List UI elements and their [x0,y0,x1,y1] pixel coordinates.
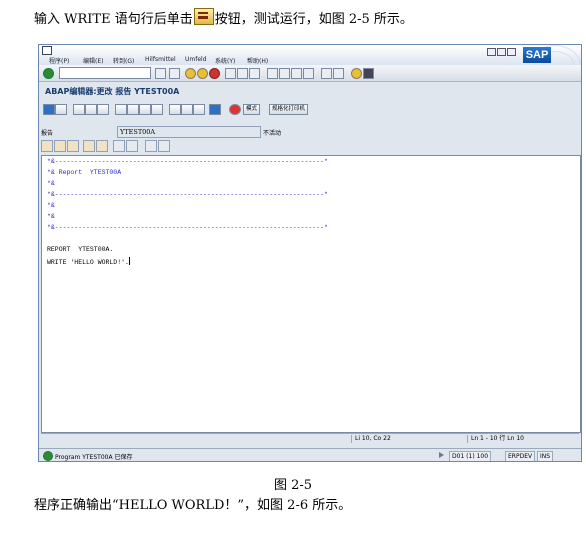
pretty-printer-button[interactable]: 规格化打印机 [269,104,309,115]
redo-icon[interactable] [96,140,108,152]
search-next-icon[interactable] [126,140,138,152]
menu-bar: 程序(P) 编辑(E) 转到(G) Hilfsmittel Umfeld 系统(… [39,45,581,87]
upload-icon[interactable] [145,140,157,152]
intro-after-text: 按钮，测试运行，如图 2-5 所示。 [214,12,413,27]
cut-icon[interactable] [41,140,53,152]
write-statement: WRITE 'HELLO WORLD!'. [47,259,129,266]
outro-paragraph: 程序正确输出“HELLO WORLD！”，如图 2-6 所示。 [34,498,352,513]
test-run-icon [193,8,214,25]
exit-icon[interactable] [197,68,208,79]
dropdown-icon[interactable] [155,68,166,79]
editor-toolbar [41,139,241,153]
sap-window: 程序(P) 编辑(E) 转到(G) Hilfsmittel Umfeld 系统(… [38,44,582,462]
report-status: 不活动 [263,130,282,137]
system-info[interactable]: D01 (1) 100 [449,451,492,461]
page-title: ABAP编辑器:更改 报告 YTEST00A [45,87,180,96]
download-icon[interactable] [158,140,170,152]
figure-caption: 图 2-5 [273,478,313,493]
status-expand-icon[interactable] [439,452,444,458]
menu-utilities[interactable]: Hilfsmittel [145,56,176,63]
help-icon[interactable] [351,68,362,79]
next-page-icon[interactable] [291,68,302,79]
code-editor[interactable]: *&--------------------------------------… [41,155,581,433]
menu-system[interactable]: 系统(Y) [215,56,235,65]
insert-mode[interactable]: INS [537,451,554,461]
search-icon[interactable] [113,140,125,152]
intro-before-text: 输入 WRITE 语句行后单击 [34,12,193,27]
comment-line: *&--------------------------------------… [47,224,328,231]
position-bar: Li 10, Co 22 Ln 1 - 10 行 Ln 10 [41,433,579,444]
report-field-row: 报告 YTEST00A 不活动 [39,125,581,139]
navigation-icon[interactable] [181,104,193,115]
copy-icon[interactable] [54,140,66,152]
report-label: 报告 [41,130,54,137]
minimize-icon[interactable] [487,48,496,56]
first-page-icon[interactable] [267,68,278,79]
server-name: ERPDEV [505,451,536,461]
line-range: Ln 1 - 10 行 Ln 10 [467,435,524,443]
info-icon[interactable] [209,104,221,115]
print-icon[interactable] [225,68,236,79]
menu-environment[interactable]: Umfeld [185,56,207,63]
mode-button[interactable]: 模式 [243,104,261,115]
find-icon[interactable] [237,68,248,79]
shortcut-icon[interactable] [333,68,344,79]
prev-page-icon[interactable] [279,68,290,79]
code-line: REPORT YTEST00A. [47,246,114,253]
menu-goto[interactable]: 转到(G) [113,56,134,65]
display-change-icon[interactable] [73,104,85,115]
close-icon[interactable] [507,48,516,56]
other-object-icon[interactable] [85,104,97,115]
breakpoint-icon[interactable] [229,104,241,115]
application-toolbar: 模式 规格化打印机 [39,101,581,117]
menu-help[interactable]: 帮助(H) [247,56,268,65]
paste-icon[interactable] [67,140,79,152]
intro-paragraph: 输入 WRITE 语句行后单击 按钮，测试运行，如图 2-5 所示。 [34,8,413,27]
comment-line: *& [47,202,55,209]
success-icon [43,451,53,461]
code-line-write: WRITE 'HELLO WORLD!'. [47,257,130,266]
save-icon[interactable] [169,68,180,79]
menu-edit[interactable]: 编辑(E) [83,56,103,65]
check-icon[interactable] [97,104,109,115]
comment-line: *& [47,180,55,187]
object-list-icon[interactable] [151,104,163,115]
command-field[interactable] [59,67,151,79]
system-menu-icon[interactable] [42,46,52,55]
menu-program[interactable]: 程序(P) [49,56,69,65]
new-session-icon[interactable] [321,68,332,79]
last-page-icon[interactable] [303,68,314,79]
sap-logo: SAP [523,47,551,63]
status-bar: Program YTEST00A 已保存 D01 (1) 100 ERPDEV … [39,448,581,461]
hierarchy-icon[interactable] [169,104,181,115]
back-icon[interactable] [185,68,196,79]
report-name-field: YTEST00A [117,126,261,138]
title-bar: ABAP编辑器:更改 报告 YTEST00A [39,82,581,100]
test-icon[interactable] [127,104,139,115]
activate-icon[interactable] [115,104,127,115]
maximize-icon[interactable] [497,48,506,56]
status-message: Program YTEST00A 已保存 [55,454,133,461]
comment-line: *&--------------------------------------… [47,191,328,198]
cancel-icon[interactable] [209,68,220,79]
back-arrow-icon[interactable] [43,104,55,115]
layout-icon[interactable] [363,68,374,79]
text-cursor [128,257,130,265]
comment-line: *& [47,213,55,220]
fullscreen-icon[interactable] [193,104,205,115]
where-used-icon[interactable] [139,104,151,115]
ok-icon[interactable] [43,68,54,79]
find-next-icon[interactable] [249,68,260,79]
standard-toolbar [39,65,581,82]
cursor-position: Li 10, Co 22 [351,435,391,443]
undo-icon[interactable] [83,140,95,152]
forward-arrow-icon[interactable] [55,104,67,115]
comment-line: *& Report YTEST00A [47,169,122,176]
comment-line: *&--------------------------------------… [47,158,328,165]
